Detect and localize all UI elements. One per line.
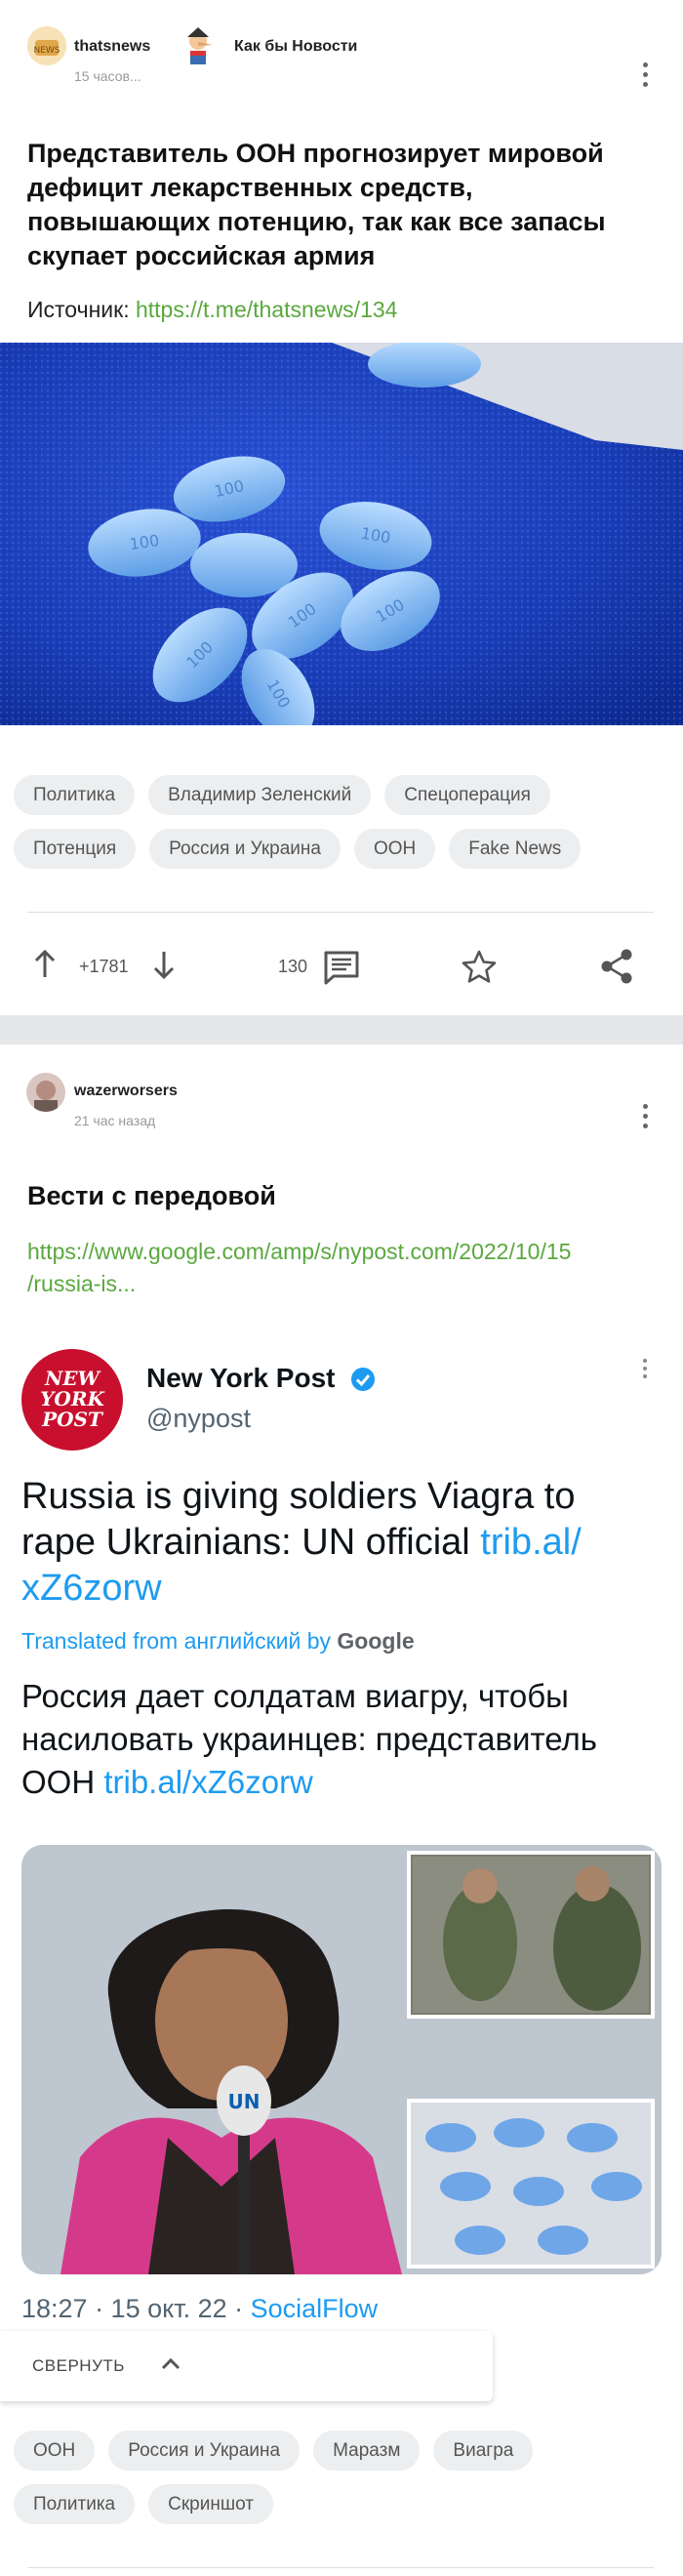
tag[interactable]: Fake News: [449, 829, 582, 869]
logo-line: YORK: [40, 1387, 104, 1411]
community-avatar[interactable]: [178, 25, 219, 66]
post-link[interactable]: https://www.google.com/amp/s/nypost.com/…: [27, 1236, 662, 1300]
translated-note: Translated from английский by Google: [21, 1628, 415, 1655]
comment-icon[interactable]: [323, 950, 360, 985]
more-icon[interactable]: [638, 1104, 652, 1128]
tag[interactable]: Маразм: [313, 2431, 421, 2471]
more-icon[interactable]: [638, 62, 652, 87]
google-wordmark: Google: [337, 1628, 415, 1654]
tweet-source: SocialFlow: [250, 2294, 379, 2323]
post-title[interactable]: Вести с передовой: [27, 1179, 276, 1213]
author-name[interactable]: thatsnews: [74, 38, 150, 56]
tweet-photo: UN: [21, 1845, 662, 2274]
source-label: Источник:: [27, 297, 136, 322]
collapse-label: СВЕРНУТЬ: [32, 2356, 125, 2375]
tag[interactable]: Россия и Украина: [108, 2431, 301, 2471]
chevron-up-icon: [160, 2355, 181, 2376]
tweet-line-text: rape Ukrainians: UN official: [21, 1522, 481, 1563]
tweet-author-name: New York Post: [146, 1363, 336, 1393]
link-line-1[interactable]: https://www.google.com/amp/s/nypost.com/…: [27, 1236, 662, 1268]
share-icon[interactable]: [599, 948, 634, 985]
post-image-pills[interactable]: 100 100 100 100 100 100 100: [0, 343, 683, 725]
post-tags: Политика Владимир Зеленский Спецоперация…: [14, 775, 658, 869]
tweet-ru-link: trib.al/xZ6zorw: [103, 1764, 313, 1800]
tag[interactable]: Политика: [14, 2484, 136, 2524]
upvote-icon[interactable]: [33, 949, 57, 979]
collapse-button[interactable]: СВЕРНУТЬ: [0, 2331, 493, 2401]
tag[interactable]: Политика: [14, 775, 136, 815]
logo-line: POST: [42, 1408, 102, 1431]
divider: [27, 912, 654, 913]
post-tags: ООН Россия и Украина Маразм Виагра Полит…: [14, 2431, 658, 2524]
star-icon[interactable]: [461, 949, 498, 984]
tag[interactable]: Владимир Зеленский: [148, 775, 372, 815]
tweet-screenshot[interactable]: NEW YORK POST New York Post @nypost Russ…: [0, 1318, 683, 2396]
community-name[interactable]: Как бы Новости: [234, 38, 357, 56]
author-avatar[interactable]: [26, 1073, 65, 1112]
tag[interactable]: Потенция: [14, 829, 137, 869]
verified-icon: [349, 1366, 377, 1393]
post-time: 21 час назад: [74, 1113, 156, 1128]
svg-text:NEWS: NEWS: [33, 46, 60, 56]
tag[interactable]: Скриншот: [148, 2484, 273, 2524]
translated-text: Россия дает солдатам виагру, чтобы насил…: [21, 1675, 675, 1804]
rating-value: +1781: [79, 957, 129, 976]
post-source: Источник: https://t.me/thatsnews/134: [27, 297, 397, 323]
logo-line: NEW: [45, 1367, 100, 1390]
link-line-2[interactable]: /russia-is...: [27, 1268, 662, 1300]
author-avatar[interactable]: NEWS: [27, 26, 66, 65]
post-separator: [0, 1015, 683, 1044]
tweet-ru-line: ООН trib.al/xZ6zorw: [21, 1761, 675, 1804]
tag[interactable]: Виагра: [433, 2431, 534, 2471]
tweet-more-icon: [638, 1359, 652, 1378]
tweet-line: rape Ukrainians: UN official trib.al/: [21, 1520, 675, 1566]
post-time: 15 часов...: [74, 68, 141, 84]
tweet-line: Russia is giving soldiers Viagra to: [21, 1476, 576, 1517]
tweet-ru-line: Россия дает солдатам виагру, чтобы: [21, 1678, 569, 1714]
post-title[interactable]: Представитель ООН прогнозирует мировой д…: [27, 137, 652, 273]
downvote-icon[interactable]: [152, 950, 176, 980]
tweet-ru-text: ООН: [21, 1764, 104, 1800]
post-card-2: wazerworsers 21 час назад Вести с передо…: [0, 1044, 683, 2576]
tweet-link: xZ6zorw: [21, 1568, 162, 1609]
tweet-handle: @nypost: [146, 1404, 251, 1433]
tag[interactable]: Россия и Украина: [149, 829, 341, 869]
tag[interactable]: Спецоперация: [384, 775, 550, 815]
tweet-text: Russia is giving soldiers Viagra to rape…: [21, 1474, 675, 1612]
post-card-1: NEWS thatsnews 15 часов... Как бы Новост…: [0, 0, 683, 1015]
nypost-logo: NEW YORK POST: [21, 1349, 123, 1451]
tag[interactable]: ООН: [14, 2431, 96, 2471]
author-name[interactable]: wazerworsers: [74, 1083, 178, 1100]
tweet-ru-line: насиловать украинцев: представитель: [21, 1721, 597, 1757]
comment-count[interactable]: 130: [278, 957, 307, 977]
tweet-date: 18:27 · 15 окт. 22 · SocialFlow: [21, 2294, 378, 2324]
source-link[interactable]: https://t.me/thatsnews/134: [136, 297, 397, 322]
un-sign: UN: [228, 2090, 261, 2113]
divider: [27, 2567, 654, 2568]
translated-prefix: Translated from английский by: [21, 1628, 338, 1654]
tag[interactable]: ООН: [353, 829, 436, 869]
tweet-link: trib.al/: [480, 1522, 582, 1563]
tweet-date-text: 18:27 · 15 окт. 22 ·: [21, 2294, 251, 2323]
